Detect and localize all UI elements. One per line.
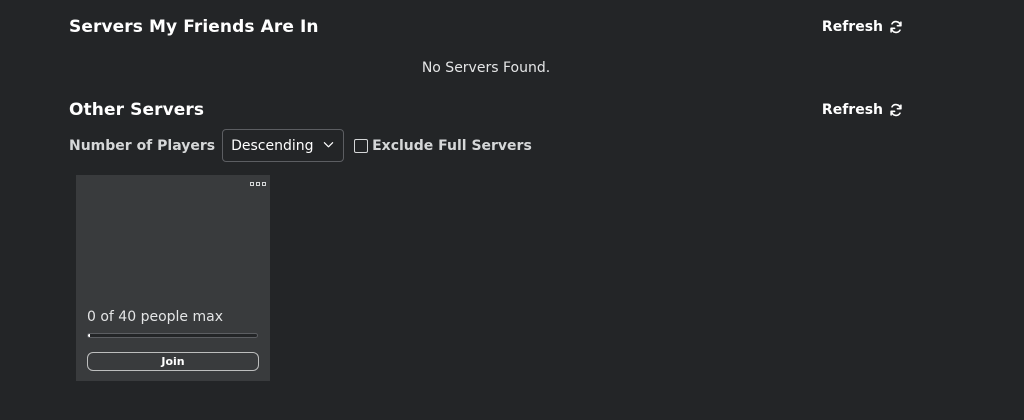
refresh-icon xyxy=(889,103,903,117)
server-card: 0 of 40 people max Join xyxy=(76,175,270,381)
friends-refresh-label: Refresh xyxy=(821,19,883,35)
server-capacity-bar xyxy=(87,333,258,338)
sort-order-dropdown[interactable]: Descending xyxy=(222,129,345,162)
more-options-icon[interactable] xyxy=(250,182,266,188)
sort-label: Number of Players xyxy=(69,137,216,154)
friends-refresh-button[interactable]: Refresh xyxy=(822,19,903,35)
other-refresh-button[interactable]: Refresh xyxy=(822,102,903,118)
other-servers-header: Other Servers Refresh xyxy=(69,100,903,120)
player-count-text: 0 of 40 people max xyxy=(87,309,223,325)
join-server-button[interactable]: Join xyxy=(87,352,259,371)
friends-servers-header: Servers My Friends Are In Refresh xyxy=(69,17,903,37)
friends-servers-title: Servers My Friends Are In xyxy=(69,17,319,37)
server-filters: Number of Players Descending Exclude Ful… xyxy=(69,129,532,162)
other-refresh-label: Refresh xyxy=(821,102,883,118)
no-servers-message: No Servers Found. xyxy=(421,60,551,76)
exclude-full-servers-label: Exclude Full Servers xyxy=(372,137,532,154)
sort-order-value: Descending xyxy=(231,137,314,154)
other-servers-title: Other Servers xyxy=(69,100,205,120)
exclude-full-servers-checkbox[interactable] xyxy=(354,138,369,153)
server-list-page: Servers My Friends Are In Refresh No Ser… xyxy=(0,0,1024,420)
refresh-icon xyxy=(889,20,903,34)
chevron-down-icon xyxy=(323,139,334,150)
exclude-full-servers-toggle[interactable]: Exclude Full Servers xyxy=(354,138,532,154)
server-capacity-fill xyxy=(88,334,90,337)
